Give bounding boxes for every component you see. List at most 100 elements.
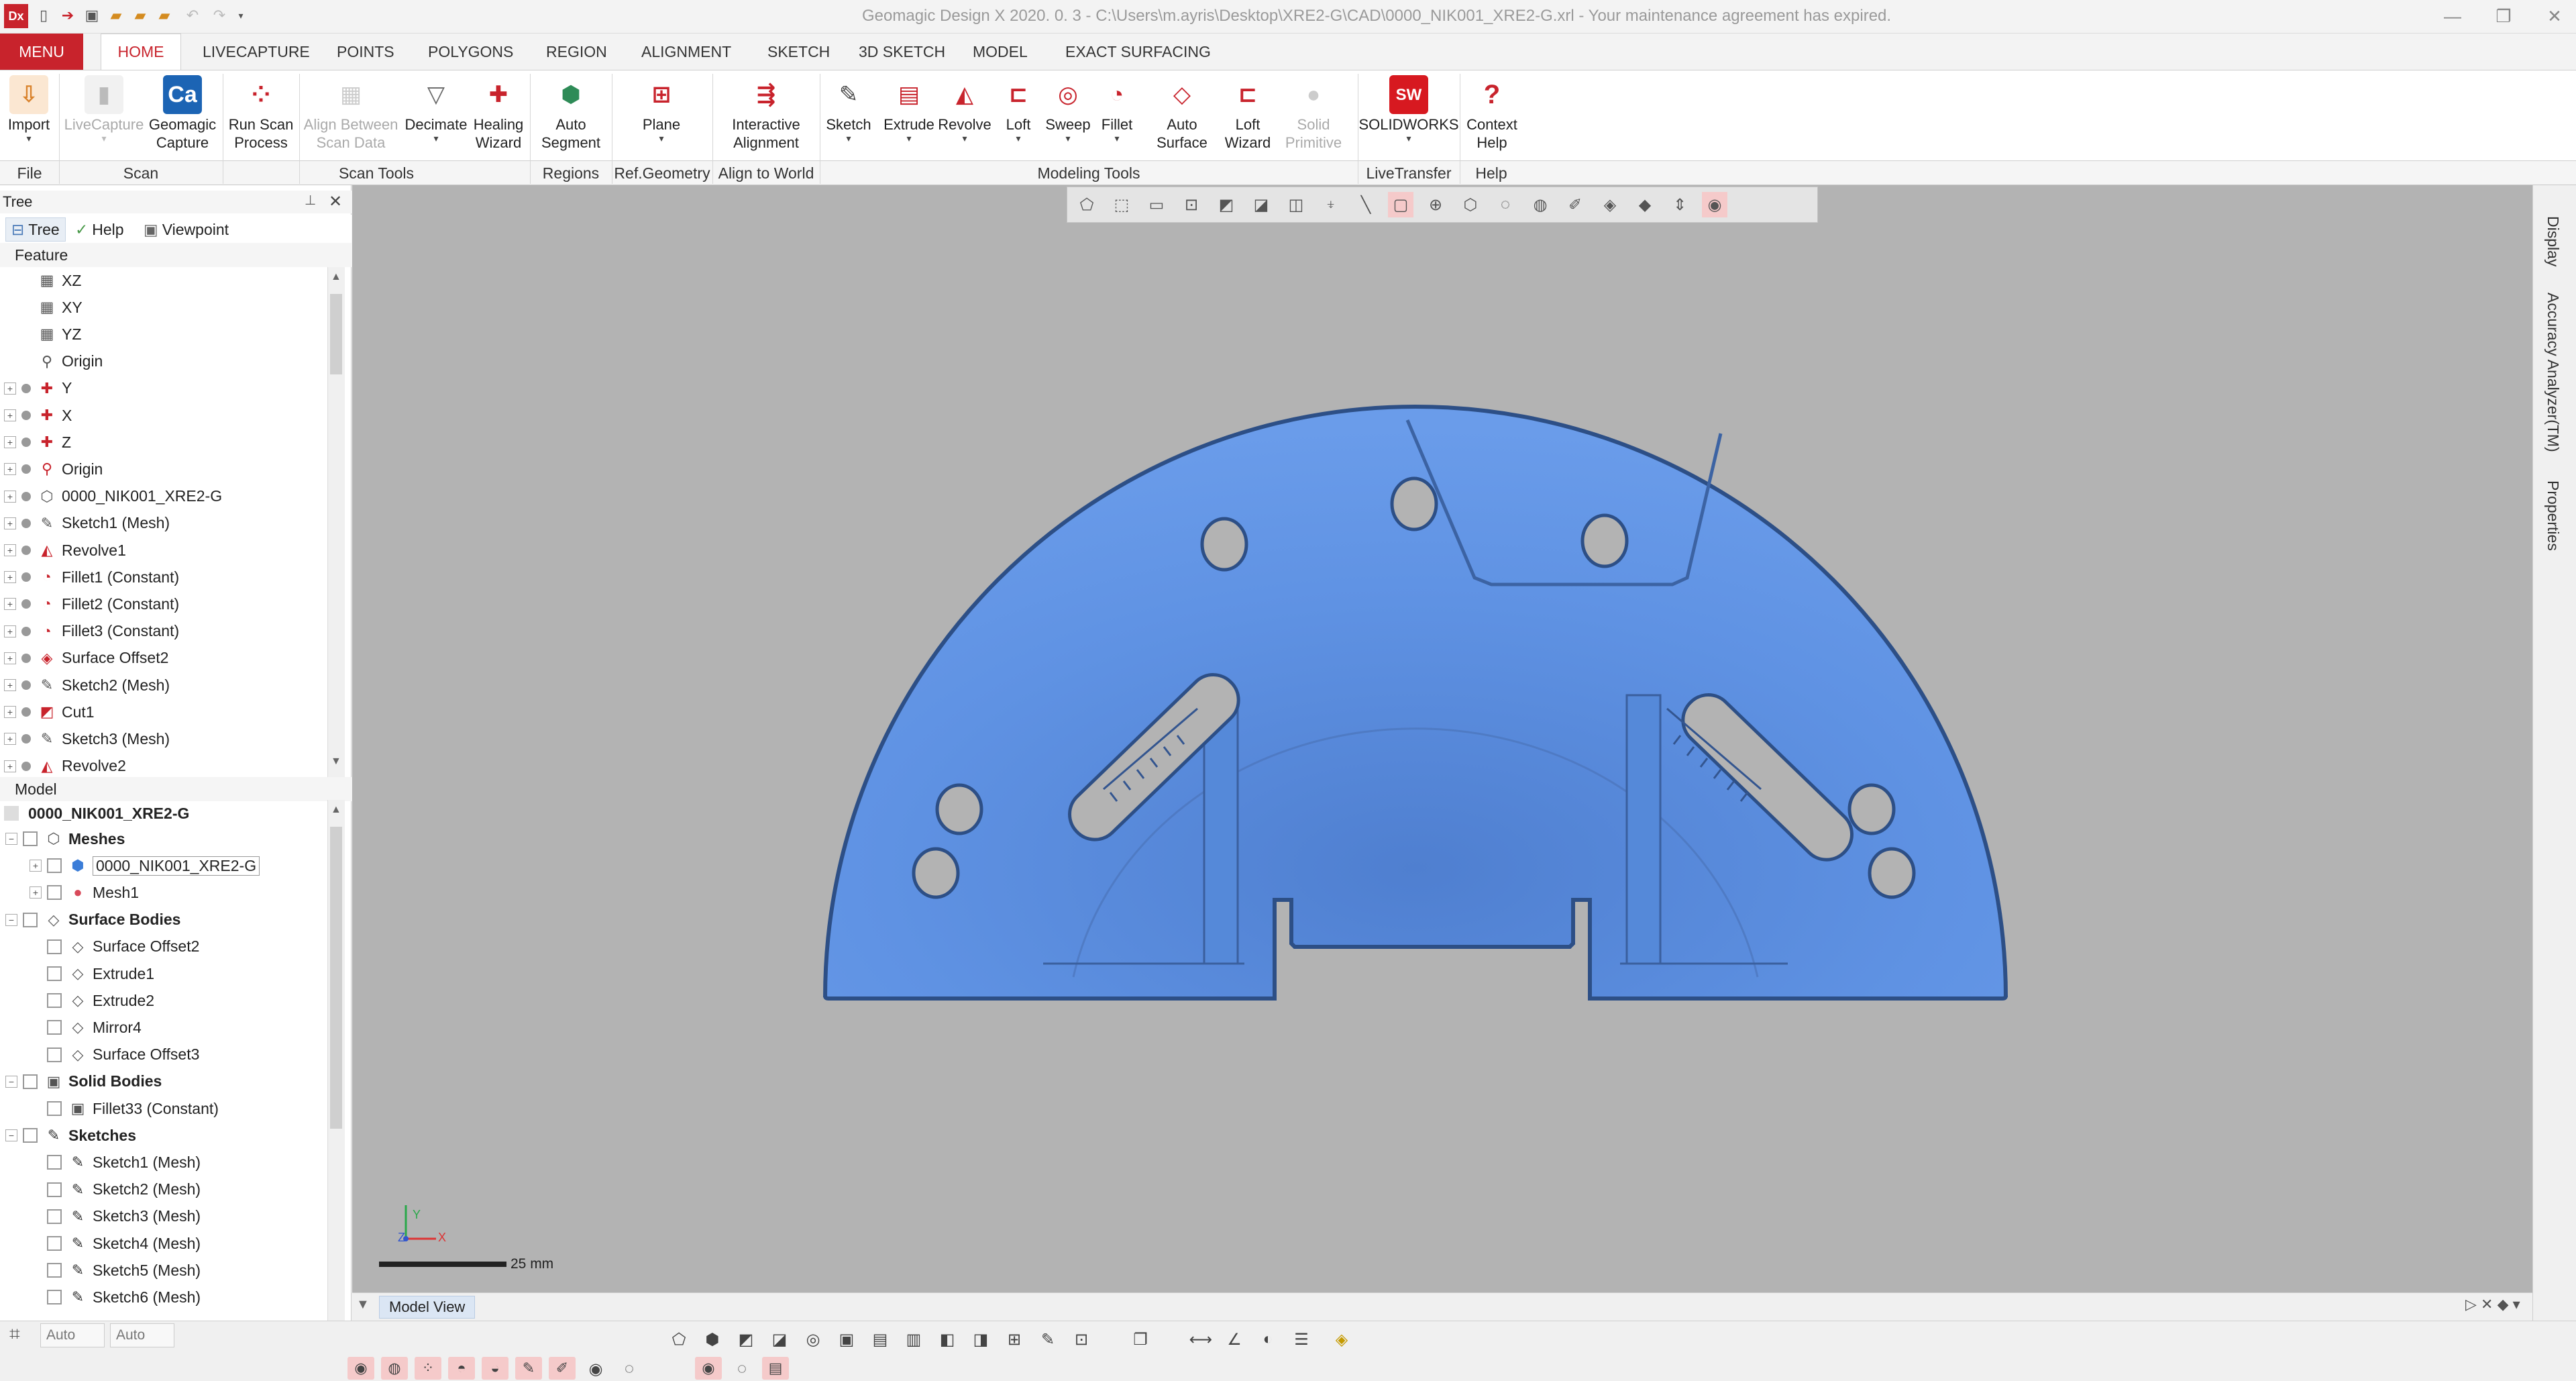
visibility-dot-icon[interactable] <box>21 761 31 771</box>
model-item[interactable]: +✎Sketch6 (Mesh) <box>0 1284 201 1311</box>
scanned-part-mesh[interactable] <box>352 185 2532 1292</box>
run-scan-process-button[interactable]: ⁘ Run Scan Process <box>224 72 298 160</box>
visibility-dot-icon[interactable] <box>21 438 31 448</box>
visibility-dot-icon[interactable] <box>21 383 31 393</box>
visibility-checkbox[interactable] <box>47 1182 62 1197</box>
stack-icon[interactable]: ☰ <box>1288 1327 1315 1351</box>
plane-button[interactable]: ⊞ Plane ▾ <box>613 72 710 160</box>
surface-view-icon[interactable]: ▭ <box>1144 192 1169 217</box>
select-curve-icon[interactable]: ▥ <box>900 1327 927 1351</box>
freeform-select-icon[interactable]: ◍ <box>1527 192 1553 217</box>
scroll-thumb[interactable] <box>330 294 342 374</box>
copy-icon[interactable]: ❐ <box>1127 1327 1154 1351</box>
healing-wizard-button[interactable]: ✚ Healing Wizard <box>470 72 527 160</box>
tab-viewpoint[interactable]: ▣ Viewpoint <box>144 217 229 242</box>
paint-brush-icon[interactable]: ✐ <box>1562 192 1588 217</box>
section-view-2-icon[interactable]: ◪ <box>1248 192 1274 217</box>
revolve-button[interactable]: ◭ Revolve ▾ <box>935 72 994 160</box>
visibility-checkbox[interactable] <box>47 966 62 981</box>
tab-exact-surfacing[interactable]: EXACT SURFACING <box>1063 34 1214 70</box>
expand-icon[interactable]: + <box>4 760 16 772</box>
feature-tree-item[interactable]: + ✎ Sketch1 (Mesh) <box>0 510 170 537</box>
expand-icon[interactable]: + <box>4 409 16 421</box>
vis-region-icon[interactable]: ⁘ <box>415 1357 441 1380</box>
interactive-alignment-button[interactable]: ⇶ Interactive Alignment <box>714 72 818 160</box>
feature-tree-item[interactable]: + ◭ Revolve2 <box>0 753 126 777</box>
feature-tree-item[interactable]: +⚲Origin <box>0 348 103 375</box>
expand-icon[interactable]: + <box>4 382 16 395</box>
tab-points[interactable]: POINTS <box>334 34 397 70</box>
select-body-icon[interactable]: ▣ <box>833 1327 860 1351</box>
model-item[interactable]: +✎Sketch3 (Mesh) <box>0 1203 201 1230</box>
visibility-checkbox[interactable] <box>23 1074 38 1089</box>
context-help-button[interactable]: ? Context Help <box>1461 72 1523 160</box>
model-category[interactable]: − ⬡ Meshes <box>0 825 125 852</box>
pin-icon[interactable]: ⊥ <box>305 192 316 209</box>
expand-icon[interactable]: + <box>4 706 16 719</box>
status-field-1[interactable]: Auto <box>40 1323 105 1347</box>
model-category[interactable]: − ▣ Solid Bodies <box>0 1068 162 1095</box>
visibility-dot-icon[interactable] <box>21 707 31 717</box>
tab-model[interactable]: MODEL <box>970 34 1030 70</box>
visibility-checkbox[interactable] <box>23 912 38 927</box>
visibility-dot-icon[interactable] <box>21 464 31 474</box>
model-item[interactable]: +◇Extrude1 <box>0 960 154 987</box>
visibility-dot-icon[interactable] <box>21 518 31 528</box>
vis-mesh-icon[interactable]: ◍ <box>381 1357 408 1380</box>
expand-icon[interactable]: + <box>4 463 16 476</box>
export-icon[interactable]: ▰ <box>153 4 176 27</box>
select-point-icon[interactable]: ⊞ <box>1001 1327 1028 1351</box>
save-icon[interactable]: ▣ <box>80 4 103 27</box>
model-item[interactable]: +◇Extrude2 <box>0 987 154 1014</box>
visibility-icon[interactable]: ◉ <box>1702 192 1727 217</box>
import-folder-icon[interactable]: ▰ <box>105 4 127 27</box>
feature-tree-item[interactable]: + ◭ Revolve1 <box>0 537 126 564</box>
visibility-dot-icon[interactable] <box>21 599 31 609</box>
angle-icon[interactable]: ∠ <box>1221 1327 1248 1351</box>
vis-surface-icon[interactable]: ◓ <box>448 1357 475 1380</box>
geomagic-capture-button[interactable]: Ca Geomagic Capture <box>144 72 221 160</box>
feature-tree-item[interactable]: +▦YZ <box>0 321 82 348</box>
tab-sketch[interactable]: SKETCH <box>765 34 833 70</box>
visibility-checkbox[interactable] <box>47 885 62 901</box>
feature-tree-item[interactable]: + ✚ Y <box>0 375 72 402</box>
model-item[interactable]: +◇Surface Offset3 <box>0 1041 199 1068</box>
view-nav-icons[interactable]: ▷ ✕ ◆ ▾ <box>2465 1296 2520 1313</box>
feature-tree-item[interactable]: + ✎ Sketch3 (Mesh) <box>0 725 170 752</box>
box-view-icon[interactable]: ⬚ <box>1109 192 1134 217</box>
restore-icon[interactable]: ❐ <box>2485 3 2522 30</box>
expand-icon[interactable]: + <box>4 517 16 529</box>
expand-icon[interactable]: + <box>30 860 42 872</box>
model-item[interactable]: + ● Mesh1 <box>0 879 139 906</box>
sweep-button[interactable]: ◎ Sweep ▾ <box>1042 72 1093 160</box>
model-tree-scrollbar[interactable]: ▲ <box>327 800 345 1321</box>
import-button[interactable]: ⇩ Import ▾ <box>0 72 58 160</box>
visibility-checkbox[interactable] <box>47 1101 62 1116</box>
split-view-icon[interactable]: ◫ <box>1283 192 1309 217</box>
scroll-up-icon[interactable]: ▲ <box>331 804 341 816</box>
close-icon[interactable]: ✕ <box>2536 3 2573 30</box>
align-between-scan-data-button[interactable]: ▦ Align Between Scan Data <box>301 72 401 160</box>
expand-icon[interactable]: + <box>4 490 16 503</box>
expand-icon[interactable]: + <box>4 652 16 664</box>
section-view-icon[interactable]: ◩ <box>1214 192 1239 217</box>
visibility-dot-icon[interactable] <box>21 734 31 744</box>
select-filter-icon[interactable]: ⊡ <box>1068 1327 1095 1351</box>
model-item[interactable]: +◇Surface Offset2 <box>0 933 199 960</box>
expand-icon[interactable]: + <box>4 544 16 556</box>
properties-tab[interactable]: Properties <box>2544 480 2562 551</box>
render-icon[interactable]: ◈ <box>1328 1327 1355 1351</box>
tab-polygons[interactable]: POLYGONS <box>425 34 516 70</box>
expand-icon[interactable]: − <box>5 1075 17 1088</box>
scroll-thumb[interactable] <box>330 827 342 1129</box>
visibility-checkbox[interactable] <box>47 1047 62 1062</box>
new-file-icon[interactable]: ▯ <box>32 4 55 27</box>
visibility-dot-icon[interactable] <box>21 680 31 690</box>
visibility-checkbox[interactable] <box>47 993 62 1009</box>
display-panel-tab[interactable]: Display <box>2544 216 2562 266</box>
feature-tree-item[interactable]: + ◔ Fillet1 (Constant) <box>0 564 179 591</box>
open-file-icon[interactable]: ➔ <box>56 4 79 27</box>
loft-wizard-button[interactable]: ⊏ Loft Wizard <box>1212 72 1284 160</box>
livecapture-button[interactable]: ▮ LiveCapture ▾ <box>62 72 146 160</box>
options-icon[interactable]: ⇕ <box>1667 192 1693 217</box>
